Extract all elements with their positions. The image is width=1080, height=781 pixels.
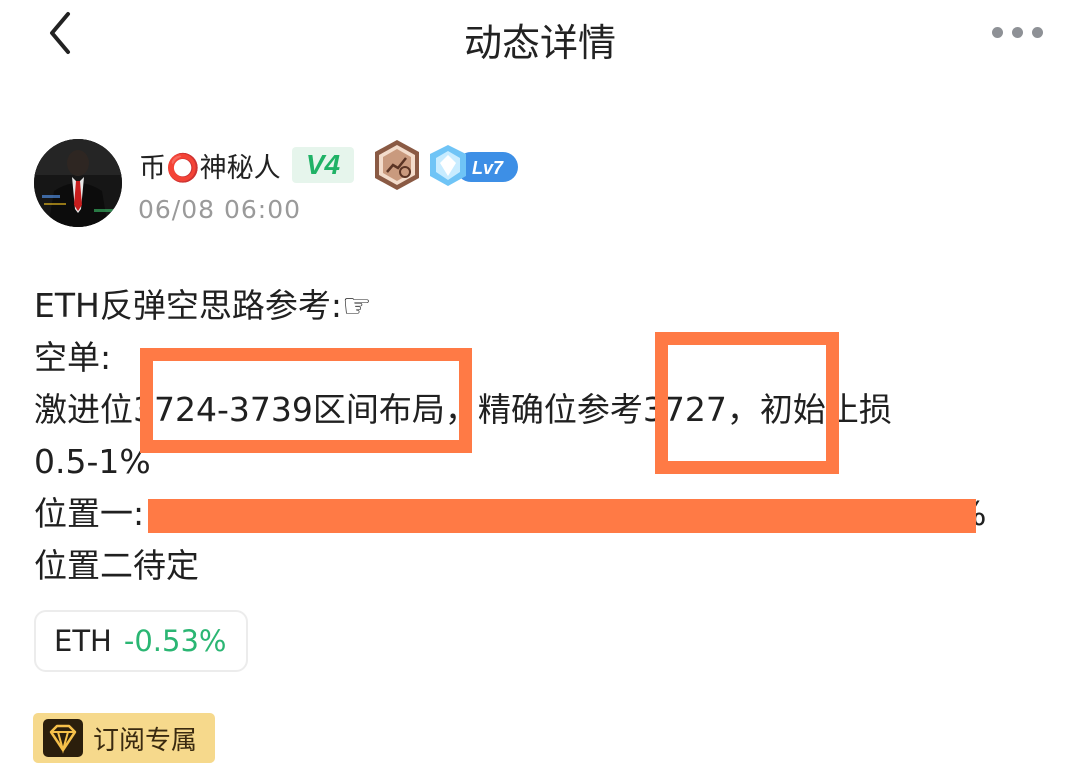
level-label: Lv7 <box>472 158 504 178</box>
ticker-chip[interactable]: ETH -0.53% <box>34 610 248 672</box>
post-timestamp: 06/08 06:00 <box>138 195 302 224</box>
ticker-change: -0.53% <box>123 624 227 658</box>
author-name[interactable]: 币⭕神秘人 <box>139 146 281 185</box>
redaction-strike <box>148 499 976 533</box>
avatar[interactable] <box>34 139 122 227</box>
more-dot-icon <box>1032 26 1043 38</box>
more-dot-icon <box>1012 26 1023 38</box>
subscription-label: 订阅专属 <box>93 725 198 756</box>
post-line: 位置二待定 <box>34 546 199 585</box>
page-title: 动态详情 <box>463 21 616 65</box>
trader-hex-badge-icon <box>370 138 424 192</box>
post-line-label: 位置一: <box>34 494 145 533</box>
post-line: ETH反弹空思路参考:☞ <box>34 286 372 325</box>
avatar-image <box>34 139 122 227</box>
highlight-box-range <box>140 348 472 453</box>
vip-level-badge: V4 <box>292 147 354 183</box>
diamond-icon <box>43 719 83 757</box>
ticker-symbol: ETH <box>54 624 112 658</box>
level-badge: Lv7 <box>426 143 522 189</box>
more-dot-icon <box>992 26 1003 38</box>
more-options-button[interactable] <box>992 22 1046 42</box>
highlight-box-price <box>655 332 839 474</box>
subscription-tag[interactable]: 订阅专属 <box>33 713 215 763</box>
